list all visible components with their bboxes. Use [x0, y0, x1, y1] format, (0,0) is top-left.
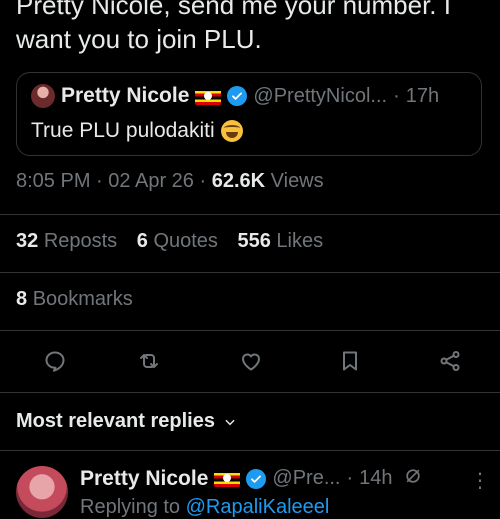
uganda-flag-icon: [214, 470, 241, 487]
quotes-label: Quotes: [153, 230, 218, 252]
quoted-tweet-text: True PLU pulodakiti: [31, 119, 215, 142]
reply-header: Pretty Nicole @Pre... · 14h: [80, 466, 423, 491]
bookmark-icon[interactable]: [335, 346, 365, 376]
divider: [0, 330, 500, 331]
separator-dot: ·: [393, 84, 400, 107]
tweet-date[interactable]: 02 Apr 26: [108, 170, 194, 192]
replies-sort-dropdown[interactable]: Most relevant replies: [16, 410, 237, 433]
reply-author-handle[interactable]: @Pre...: [272, 467, 340, 490]
quoted-tweet-time: 17h: [405, 84, 440, 107]
divider: [0, 450, 500, 451]
engagement-stats: 32 Reposts 6 Quotes 556 Likes: [16, 230, 337, 253]
quoted-tweet-header: Pretty Nicole @PrettyNicol... · 17h: [31, 83, 439, 109]
quoted-author-handle[interactable]: @PrettyNicol...: [253, 85, 387, 108]
separator-dot: ·: [96, 170, 103, 192]
avatar[interactable]: [31, 84, 55, 108]
divider: [0, 214, 500, 215]
chevron-down-icon: [225, 419, 235, 425]
quoted-tweet-card[interactable]: Pretty Nicole @PrettyNicol... · 17h True…: [16, 72, 482, 156]
bookmarks-stat[interactable]: 8 Bookmarks: [16, 288, 133, 311]
bookmarks-count: 8: [16, 288, 28, 310]
quotes-stat[interactable]: 6 Quotes: [137, 230, 218, 252]
likes-label: Likes: [276, 230, 324, 252]
avatar[interactable]: [16, 466, 68, 518]
verified-badge-icon: [246, 468, 267, 489]
tweet-meta: 8:05 PM · 02 Apr 26 · 62.6K Views: [16, 170, 324, 193]
divider: [0, 392, 500, 393]
replying-to-handle[interactable]: @RapaliKaleeel: [186, 496, 330, 518]
reply-context: Replying to @RapaliKaleeel: [80, 496, 329, 519]
reply-time: 14h: [359, 467, 393, 489]
tweet-text: Pretty Nicole, send me your number. I wa…: [16, 0, 451, 54]
tweet-time[interactable]: 8:05 PM: [16, 170, 90, 192]
likes-stat[interactable]: 556 Likes: [237, 230, 323, 252]
reposts-stat[interactable]: 32 Reposts: [16, 230, 117, 252]
divider: [0, 272, 500, 273]
likes-count: 556: [237, 230, 271, 252]
reposts-label: Reposts: [43, 230, 118, 252]
more-options-icon[interactable]: ⋮: [470, 468, 490, 493]
reply-icon[interactable]: [40, 346, 70, 376]
separator-dot: ·: [346, 467, 354, 489]
quoted-author-name[interactable]: Pretty Nicole: [61, 84, 189, 108]
bookmarks-label: Bookmarks: [32, 288, 133, 310]
share-icon[interactable]: [435, 346, 465, 376]
grok-icon[interactable]: [403, 466, 423, 491]
verified-badge-icon: [227, 86, 248, 106]
action-bar: [0, 346, 500, 376]
views-count[interactable]: 62.6K: [212, 170, 265, 192]
views-label: Views: [270, 170, 324, 192]
quotes-count: 6: [136, 230, 148, 252]
reply-author-name[interactable]: Pretty Nicole: [80, 467, 208, 491]
repost-icon[interactable]: [134, 346, 164, 376]
quoted-tweet-text-row: True PLU pulodakiti: [31, 119, 243, 143]
replies-sort-label: Most relevant replies: [16, 410, 215, 432]
laughing-emoji-icon: [220, 120, 243, 142]
separator-dot: ·: [199, 170, 207, 192]
reply-item[interactable]: Pretty Nicole @Pre... · 14h ⋮ Replying t…: [16, 462, 496, 518]
like-icon[interactable]: [236, 346, 266, 376]
uganda-flag-icon: [195, 87, 222, 105]
replying-to-label: Replying to: [80, 496, 181, 518]
reposts-count: 32: [16, 230, 39, 252]
